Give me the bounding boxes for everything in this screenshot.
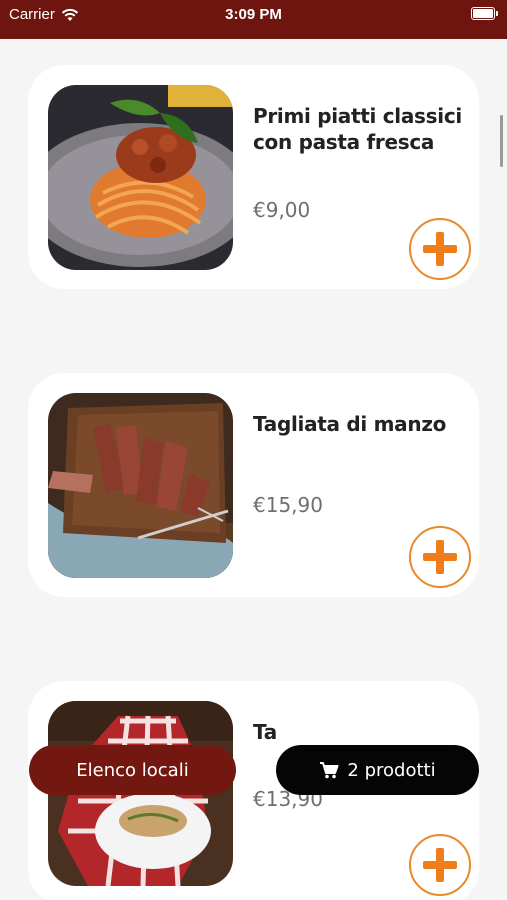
cart-icon <box>320 762 339 779</box>
add-to-cart-button[interactable] <box>409 526 471 588</box>
product-name: Ta <box>253 720 277 744</box>
product-price: €9,00 <box>253 198 311 222</box>
product-price: €15,90 <box>253 493 323 517</box>
product-card[interactable]: Primi piatti classici con pasta fresca €… <box>28 65 479 289</box>
add-to-cart-button[interactable] <box>409 218 471 280</box>
product-card[interactable]: Tagliata di manzo €15,90 <box>28 373 479 597</box>
status-bar: Carrier 3:09 PM <box>0 0 507 39</box>
add-to-cart-button[interactable] <box>409 834 471 896</box>
locations-list-button[interactable]: Elenco locali <box>29 745 236 795</box>
battery-icon <box>471 7 498 20</box>
product-image <box>48 393 233 578</box>
product-name: Tagliata di manzo <box>253 412 447 436</box>
product-name: Primi piatti classici con pasta fresca <box>253 104 462 154</box>
product-image <box>48 85 233 270</box>
clock: 3:09 PM <box>225 6 282 23</box>
scroll-indicator[interactable] <box>500 115 503 167</box>
locations-list-label: Elenco locali <box>76 759 189 781</box>
cart-button[interactable]: 2 prodotti <box>276 745 479 795</box>
cart-count-label: 2 prodotti <box>347 759 436 781</box>
